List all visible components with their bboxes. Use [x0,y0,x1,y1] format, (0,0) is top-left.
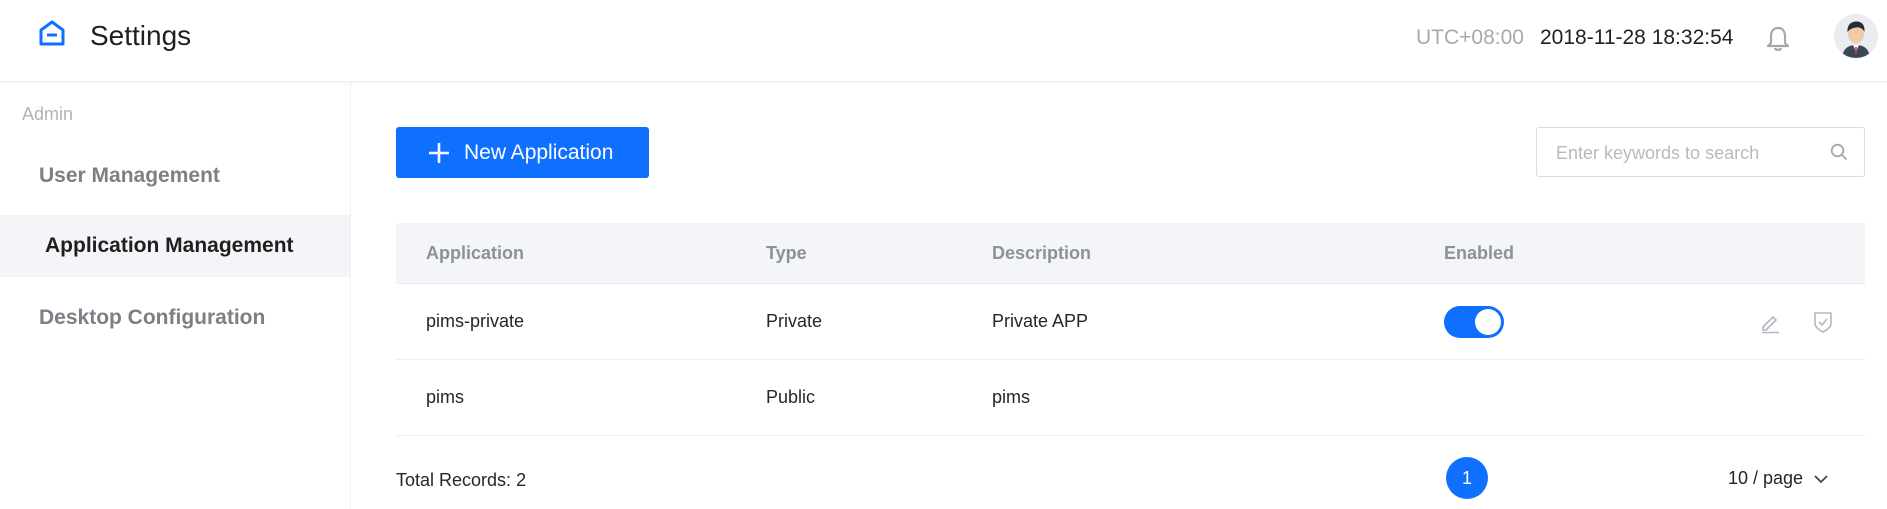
cell-description: pims [992,387,1031,407]
column-header-type[interactable]: Type [766,223,807,283]
shield-check-icon[interactable] [1811,310,1835,334]
total-records-value: 2 [516,470,527,490]
edit-icon[interactable] [1758,310,1782,334]
total-records: Total Records: 2 [396,470,526,491]
timezone-label: UTC+08:00 [1416,26,1524,49]
search-box [1536,127,1865,178]
user-avatar-icon [1834,14,1878,58]
bell-icon[interactable] [1765,25,1791,53]
column-header-description[interactable]: Description [992,223,1091,283]
sidebar-section-admin: Admin [22,104,74,124]
avatar[interactable] [1834,14,1878,58]
page-size-label: 10 / page [1728,468,1804,488]
new-application-label: New Application [464,140,614,164]
pagination-page-1[interactable]: 1 [1446,457,1488,499]
applications-table: Application Type Description Enabled pim… [396,223,1865,436]
chevron-down-icon [1814,474,1828,483]
sidebar-item-application-management[interactable]: Application Management [0,215,350,277]
plus-icon [429,142,449,163]
cell-type: Public [766,387,816,407]
current-datetime: 2018-11-28 18:32:54 [1540,26,1734,49]
top-header: Settings UTC+08:00 2018-11-28 18:32:54 [0,0,1887,82]
column-header-enabled[interactable]: Enabled [1444,223,1514,283]
cell-description: Private APP [992,311,1089,331]
table-row[interactable]: pims-private Private Private APP [396,284,1865,360]
total-records-label: Total Records: [396,470,512,490]
column-header-application[interactable]: Application [426,223,524,283]
table-header: Application Type Description Enabled [396,223,1865,284]
page-title: Settings [90,20,192,51]
home-icon[interactable] [38,19,66,47]
table-row[interactable]: pims Public pims [396,360,1865,436]
cell-application: pims-private [426,311,525,331]
sidebar-item-label: Desktop Configuration [39,306,266,329]
toggle-knob [1475,309,1501,335]
enabled-toggle[interactable] [1444,306,1504,338]
sidebar-item-desktop-configuration[interactable]: Desktop Configuration [0,287,350,349]
main-content: New Application Application Type Descrip… [352,82,1887,509]
page-size-select[interactable]: 10 / page [1728,468,1829,489]
sidebar-item-user-management[interactable]: User Management [0,145,350,207]
search-input[interactable] [1537,128,1838,178]
search-icon[interactable] [1830,143,1848,161]
cell-application: pims [426,387,465,407]
sidebar: Admin User Management Application Manage… [0,82,351,509]
new-application-button[interactable]: New Application [396,127,649,178]
sidebar-item-label: User Management [39,164,220,187]
sidebar-item-label: Application Management [45,234,294,257]
cell-type: Private [766,311,823,331]
